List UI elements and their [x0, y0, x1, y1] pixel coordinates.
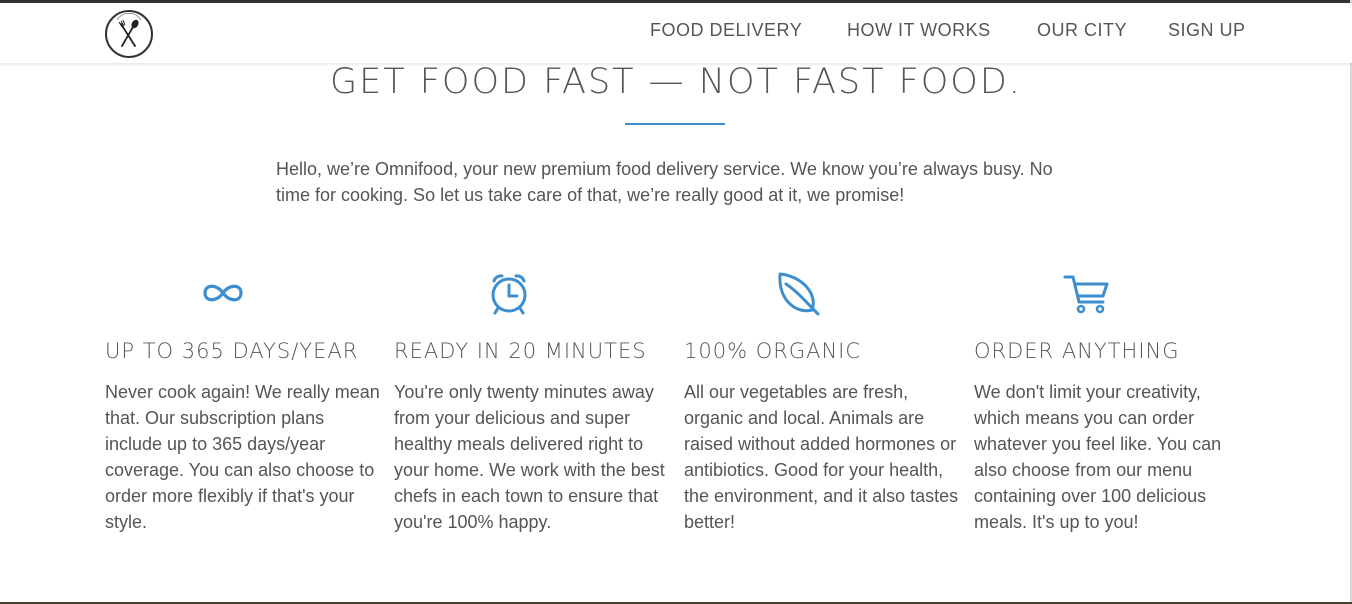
feature-title: ORDER ANYTHING	[974, 339, 1180, 363]
nav-how-it-works[interactable]: HOW IT WORKS	[847, 20, 991, 41]
page: FOOD DELIVERY HOW IT WORKS OUR CITY SIGN…	[0, 0, 1352, 604]
section-heading: GET FOOD FAST — NOT FAST FOOD.	[330, 62, 1022, 102]
nav-links: FOOD DELIVERY HOW IT WORKS OUR CITY SIGN…	[0, 3, 1352, 63]
nav-our-city[interactable]: OUR CITY	[1037, 20, 1127, 41]
cart-icon	[1063, 275, 1109, 314]
heading-underline	[625, 123, 725, 125]
feature-title: READY IN 20 MINUTES	[394, 339, 647, 363]
nav-food-delivery[interactable]: FOOD DELIVERY	[650, 20, 802, 41]
intro-text: Hello, we’re Omnifood, your new premium …	[276, 159, 1053, 205]
leaf-icon	[778, 272, 820, 316]
alarm-clock-icon	[491, 274, 527, 315]
feature-title: 100% ORGANIC	[684, 339, 862, 363]
feature-text: All our vegetables are fresh, organic an…	[684, 382, 959, 532]
navbar: FOOD DELIVERY HOW IT WORKS OUR CITY SIGN…	[0, 3, 1352, 63]
infinity-icon	[203, 284, 243, 302]
feature-text: We don't limit your creativity, which me…	[974, 382, 1222, 532]
nav-sign-up[interactable]: SIGN UP	[1168, 20, 1246, 41]
feature-text: Never cook again! We really mean that. O…	[105, 382, 380, 532]
feature-title: UP TO 365 DAYS/YEAR	[105, 339, 359, 363]
feature-text: You're only twenty minutes away from you…	[394, 382, 665, 532]
